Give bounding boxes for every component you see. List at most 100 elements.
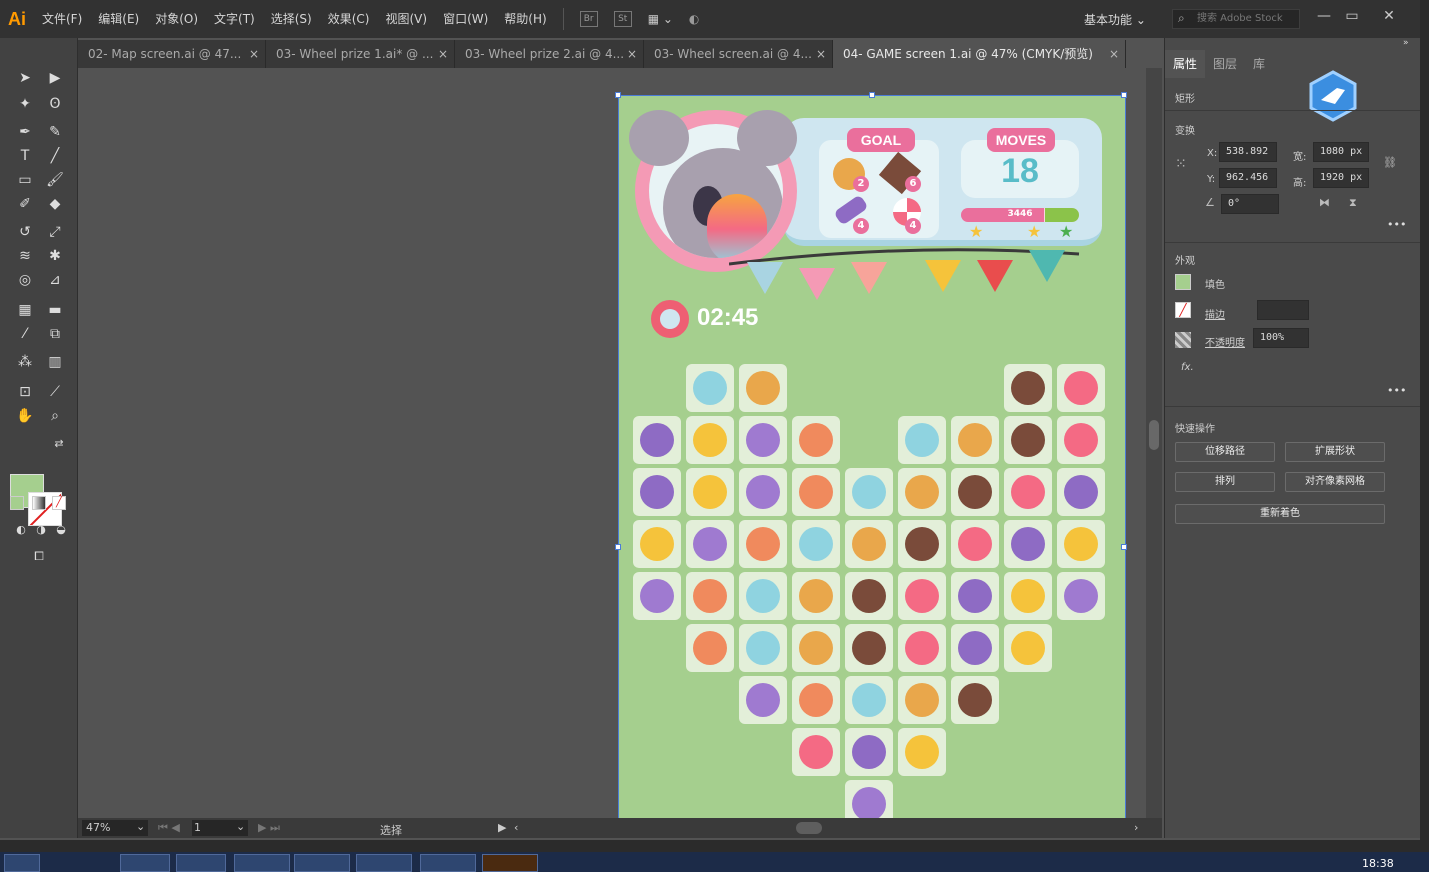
- eraser-icon[interactable]: ◆: [44, 194, 66, 214]
- board-tile[interactable]: [898, 468, 946, 516]
- zoom-tool-icon[interactable]: ⌕: [44, 406, 66, 426]
- board-tile[interactable]: [1057, 416, 1105, 464]
- flip-horizontal-icon[interactable]: ⧓: [1319, 196, 1330, 209]
- board-tile[interactable]: [951, 468, 999, 516]
- stroke-label[interactable]: 描边: [1205, 306, 1225, 321]
- swap-colors-icon[interactable]: ⇄: [48, 434, 70, 454]
- selection-handle[interactable]: [615, 544, 621, 550]
- rotate-tool-icon[interactable]: ↺: [14, 222, 36, 242]
- stock-icon[interactable]: St: [613, 11, 632, 27]
- stroke-weight-field[interactable]: [1257, 300, 1309, 320]
- board-tile[interactable]: [898, 572, 946, 620]
- board-tile[interactable]: [1057, 520, 1105, 568]
- board-tile[interactable]: [633, 520, 681, 568]
- artboard-tool-icon[interactable]: ⊡: [14, 382, 36, 402]
- taskbar-app[interactable]: [294, 854, 350, 872]
- line-tool-icon[interactable]: ╱: [44, 146, 66, 166]
- board-tile[interactable]: [633, 468, 681, 516]
- board-tile[interactable]: [792, 676, 840, 724]
- workspace-switcher[interactable]: 基本功能 ⌄: [1084, 11, 1146, 28]
- taskbar-app[interactable]: [356, 854, 412, 872]
- graph-tool-icon[interactable]: ▥: [44, 352, 66, 372]
- stroke-swatch[interactable]: ╱: [1175, 302, 1191, 318]
- effects-button[interactable]: fx.: [1181, 362, 1194, 373]
- first-page-icon[interactable]: ⏮ ◀: [158, 821, 180, 835]
- type-tool-icon[interactable]: T: [14, 146, 36, 166]
- magic-wand-icon[interactable]: ✦: [14, 94, 36, 114]
- board-tile[interactable]: [1057, 468, 1105, 516]
- gradient-mode-icon[interactable]: [32, 496, 46, 510]
- screen-mode-icon[interactable]: ⧠: [28, 546, 50, 566]
- selection-handle[interactable]: [1121, 92, 1127, 98]
- board-tile[interactable]: [951, 416, 999, 464]
- menu-effect[interactable]: 效果(C): [320, 0, 378, 38]
- scale-tool-icon[interactable]: ⤢: [44, 222, 66, 242]
- draw-behind-icon[interactable]: ◑: [30, 520, 52, 540]
- board-tile[interactable]: [898, 676, 946, 724]
- tab-game-screen[interactable]: 04- GAME screen 1.ai @ 47% (CMYK/预览) ×: [833, 40, 1126, 68]
- board-tile[interactable]: [845, 676, 893, 724]
- board-tile[interactable]: [1004, 364, 1052, 412]
- board-tile[interactable]: [951, 520, 999, 568]
- board-tile[interactable]: [951, 572, 999, 620]
- board-tile[interactable]: [739, 624, 787, 672]
- flip-vertical-icon[interactable]: ⧗: [1349, 196, 1357, 210]
- chevron-down-icon[interactable]: ⌄: [136, 820, 145, 833]
- arrange-button[interactable]: 排列: [1175, 472, 1275, 492]
- slice-tool-icon[interactable]: ⟋: [44, 382, 66, 402]
- offset-path-button[interactable]: 位移路径: [1175, 442, 1275, 462]
- taskbar-app[interactable]: [120, 854, 170, 872]
- perspective-grid-icon[interactable]: ⊿: [44, 270, 66, 290]
- tab-libraries[interactable]: 库: [1245, 50, 1273, 78]
- close-tab-icon[interactable]: ×: [438, 40, 448, 68]
- board-tile[interactable]: [1004, 624, 1052, 672]
- board-tile[interactable]: [845, 624, 893, 672]
- menu-help[interactable]: 帮助(H): [496, 0, 554, 38]
- color-mode-icon[interactable]: [10, 496, 24, 510]
- board-tile[interactable]: [1004, 572, 1052, 620]
- curvature-tool-icon[interactable]: ✎: [44, 122, 66, 142]
- tab-wheel-screen[interactable]: 03- Wheel screen.ai @ 4... ×: [644, 40, 833, 68]
- menu-window[interactable]: 窗口(W): [435, 0, 496, 38]
- tab-layers[interactable]: 图层: [1205, 50, 1245, 78]
- board-tile[interactable]: [951, 676, 999, 724]
- reference-point-icon[interactable]: ⁙: [1175, 156, 1187, 172]
- board-tile[interactable]: [686, 364, 734, 412]
- taskbar-app[interactable]: [176, 854, 226, 872]
- board-tile[interactable]: [792, 728, 840, 776]
- scrollbar-thumb[interactable]: [1149, 420, 1159, 450]
- tab-properties[interactable]: 属性: [1165, 50, 1206, 78]
- chevron-down-icon[interactable]: ⌄: [236, 820, 245, 833]
- board-tile[interactable]: [739, 416, 787, 464]
- height-field[interactable]: 1920 px: [1313, 168, 1369, 188]
- constrain-proportions-icon[interactable]: ⛓: [1383, 156, 1397, 169]
- minimize-button[interactable]: —: [1310, 6, 1338, 26]
- board-tile[interactable]: [792, 624, 840, 672]
- tab-wheel-prize-1[interactable]: 03- Wheel prize 1.ai* @ ... ×: [266, 40, 455, 68]
- rotate-angle-field[interactable]: 0°: [1221, 194, 1279, 214]
- board-tile[interactable]: [845, 728, 893, 776]
- gpu-performance-icon[interactable]: ◐: [689, 12, 699, 26]
- board-tile[interactable]: [739, 468, 787, 516]
- artboard-game-screen[interactable]: GOAL 2 6 4 4 MOVES 18 3446 ★ ★ ★ 02:45: [615, 92, 1127, 818]
- board-tile[interactable]: [792, 520, 840, 568]
- hand-tool-icon[interactable]: ✋: [14, 406, 36, 426]
- search-input[interactable]: 搜索 Adobe Stock: [1172, 9, 1300, 29]
- draw-normal-icon[interactable]: ◐: [10, 520, 32, 540]
- tab-map-screen[interactable]: 02- Map screen.ai @ 47... ×: [78, 40, 266, 68]
- selection-handle[interactable]: [1121, 544, 1127, 550]
- mesh-tool-icon[interactable]: ▦: [14, 300, 36, 320]
- start-button[interactable]: [4, 854, 40, 872]
- board-tile[interactable]: [739, 364, 787, 412]
- status-menu-icon[interactable]: ▶: [498, 821, 506, 834]
- bridge-icon[interactable]: Br: [579, 11, 598, 27]
- selection-tool-icon[interactable]: ➤: [14, 68, 36, 88]
- board-tile[interactable]: [1057, 572, 1105, 620]
- none-mode-icon[interactable]: ╱: [52, 496, 66, 510]
- menu-type[interactable]: 文字(T): [206, 0, 263, 38]
- board-tile[interactable]: [633, 416, 681, 464]
- width-field[interactable]: 1080 px: [1313, 142, 1369, 162]
- y-field[interactable]: 962.456: [1219, 168, 1277, 188]
- board-tile[interactable]: [1004, 416, 1052, 464]
- canvas-area[interactable]: GOAL 2 6 4 4 MOVES 18 3446 ★ ★ ★ 02:45: [78, 68, 1146, 818]
